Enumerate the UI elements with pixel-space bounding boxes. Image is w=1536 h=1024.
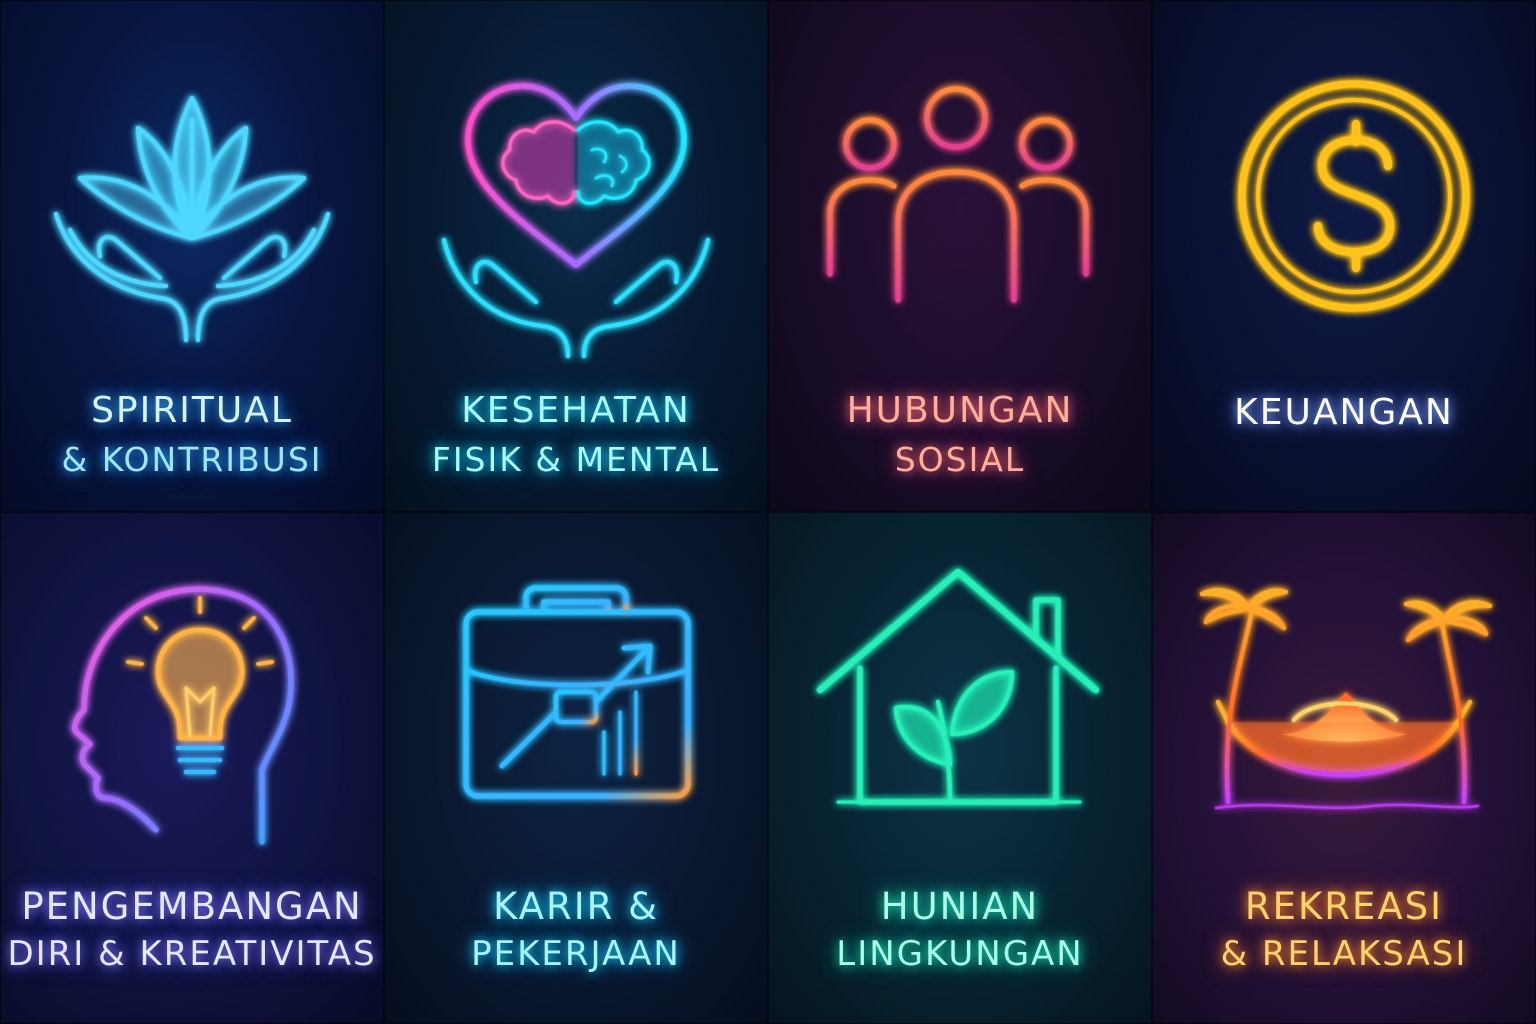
- tile-spiritual-title: SPIRITUAL: [91, 390, 293, 431]
- tile-karir-subtitle: PEKERJAAN: [471, 934, 681, 974]
- tile-hubungan: HUBUNGAN SOSIAL: [768, 0, 1152, 512]
- tile-karir: KARIR & PEKERJAAN: [384, 512, 768, 1024]
- people-group-icon: [827, 86, 1089, 303]
- tile-kesehatan: KESEHATAN FISIK & MENTAL: [384, 0, 768, 512]
- tile-rekreasi: REKREASI & RELAKSASI: [1152, 512, 1536, 1024]
- tile-pengembangan-title: PENGEMBANGAN: [21, 885, 363, 928]
- tile-hubungan-subtitle: SOSIAL: [894, 440, 1026, 479]
- tile-pengembangan: PENGEMBANGAN DIRI & KREATIVITAS: [0, 512, 384, 1024]
- tile-spiritual-subtitle: & KONTRIBUSI: [61, 440, 323, 479]
- tile-keuangan-title: KEUANGAN: [1234, 392, 1454, 433]
- dollar-coin-icon: [1238, 80, 1470, 312]
- tile-pengembangan-subtitle: DIRI & KREATIVITAS: [7, 934, 377, 974]
- tile-keuangan: KEUANGAN: [1152, 0, 1536, 512]
- life-areas-grid: SPIRITUAL & KONTRIBUSI KESEHATAN FISIK &…: [0, 0, 1536, 1024]
- tile-rekreasi-title: REKREASI: [1244, 885, 1444, 928]
- tile-hubungan-title: HUBUNGAN: [846, 390, 1074, 431]
- tile-hunian-subtitle: LINGKUNGAN: [836, 934, 1084, 974]
- tile-hunian: HUNIAN LINGKUNGAN: [768, 512, 1152, 1024]
- tile-rekreasi-subtitle: & RELAKSASI: [1220, 934, 1468, 974]
- heart-brain-in-hands-icon: [442, 83, 710, 358]
- tile-hunian-title: HUNIAN: [880, 885, 1040, 928]
- tile-karir-title: KARIR &: [493, 885, 659, 928]
- tile-spiritual: SPIRITUAL & KONTRIBUSI: [0, 0, 384, 512]
- tile-kesehatan-subtitle: FISIK & MENTAL: [431, 440, 721, 479]
- tile-kesehatan-title: KESEHATAN: [461, 390, 691, 431]
- lotus-in-hands-icon: [54, 96, 330, 342]
